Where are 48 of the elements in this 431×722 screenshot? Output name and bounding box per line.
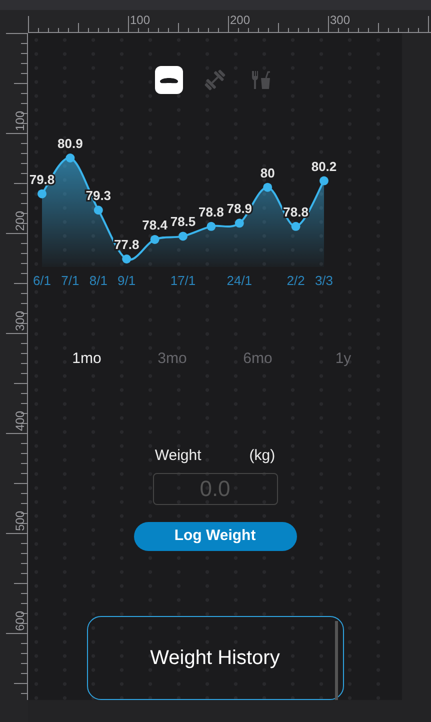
data-point xyxy=(150,234,160,244)
data-label: 80.9 xyxy=(58,136,83,151)
ruler-label: 400 xyxy=(13,410,27,431)
axis-label: 3/3 xyxy=(314,273,334,288)
data-point xyxy=(320,176,328,186)
data-point xyxy=(291,222,300,231)
data-point xyxy=(66,154,75,162)
axis-label: 24/1 xyxy=(226,273,252,288)
data-label: 78.5 xyxy=(170,214,196,230)
tab[interactable] xyxy=(155,66,183,94)
ruler-label: 100 xyxy=(130,13,150,27)
axis-label: 8/1 xyxy=(89,273,108,288)
ruler-label: 600 xyxy=(13,610,27,631)
axis-label: 6/1 xyxy=(32,273,52,288)
data-label: 78.8 xyxy=(198,204,224,220)
data-label: 80 xyxy=(260,165,275,180)
range-tab[interactable]: 6mo xyxy=(222,348,293,368)
scrollbar[interactable] xyxy=(334,621,338,700)
ruler-label: 200 xyxy=(230,13,250,27)
range-tab[interactable]: 1mo xyxy=(52,348,122,368)
axis-label: 9/1 xyxy=(118,273,136,288)
ruler-label: 300 xyxy=(330,13,350,27)
data-label: 80.2 xyxy=(311,158,337,174)
weight-input[interactable]: 0.0 xyxy=(152,473,278,505)
dumbbell-icon xyxy=(203,68,227,92)
data-point xyxy=(38,189,46,198)
axis-label: 17/1 xyxy=(170,273,196,288)
data-label: 78.4 xyxy=(142,217,168,232)
ruler-label: 300 xyxy=(13,310,27,331)
unit-label: (kg) xyxy=(249,446,276,463)
range-tab[interactable]: 3mo xyxy=(137,348,208,368)
fork-and-drink-icon xyxy=(249,68,273,92)
data-point xyxy=(234,218,244,228)
axis-label: 7/1 xyxy=(61,273,80,288)
log-weight-button[interactable]: Log Weight xyxy=(134,522,296,552)
range-tab[interactable]: 1y xyxy=(308,348,378,368)
scale-icon xyxy=(160,76,178,84)
data-point xyxy=(122,254,132,264)
data-point xyxy=(178,232,188,241)
field-label: Weight xyxy=(154,446,202,463)
axis-label: 2/2 xyxy=(286,273,305,288)
data-point xyxy=(263,182,272,192)
card-title: Weight History xyxy=(149,646,281,672)
ruler-label: 100 xyxy=(13,110,27,131)
data-point xyxy=(206,222,216,231)
data-point xyxy=(94,206,103,215)
ruler-label: 500 xyxy=(13,510,27,531)
ruler-label: 200 xyxy=(13,210,27,231)
